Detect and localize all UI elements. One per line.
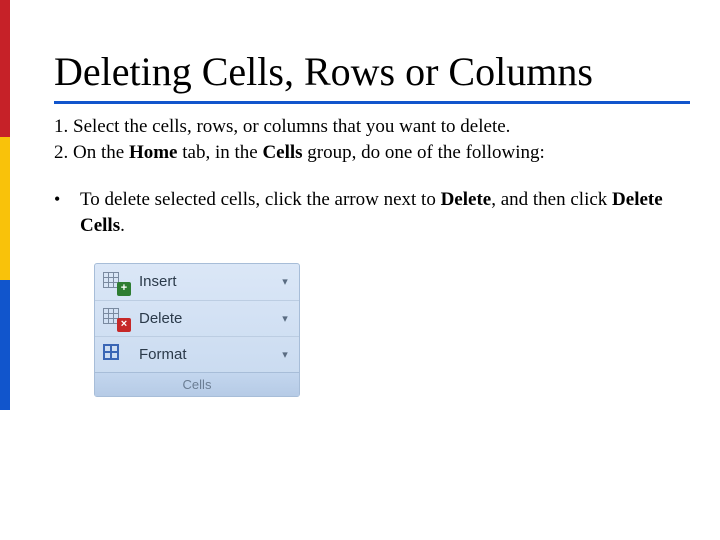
step-2: 2. On the Home tab, in the Cells group, … [54,140,690,166]
sidebar-yellow [0,137,10,280]
bullet-item: • To delete selected cells, click the ar… [54,187,690,238]
sidebar-red [0,0,10,137]
format-button[interactable]: Format ▾ [95,336,299,372]
step-2-cells: Cells [262,142,302,163]
delete-dropdown-icon[interactable]: ▾ [277,312,293,325]
step-2-mid: tab, in the [177,142,262,163]
bullet-t3: . [120,215,125,236]
slide: Deleting Cells, Rows or Columns 1. Selec… [0,0,720,540]
bullet-text: To delete selected cells, click the arro… [80,187,690,238]
insert-label: Insert [139,273,277,290]
insert-dropdown-icon[interactable]: ▾ [277,275,293,288]
bullet-delete: Delete [441,189,492,210]
sidebar-blue [0,280,10,410]
step-1: 1. Select the cells, rows, or columns th… [54,114,690,140]
insert-cells-icon: + [101,268,131,296]
format-dropdown-icon[interactable]: ▾ [277,348,293,361]
format-label: Format [139,346,277,363]
delete-label: Delete [139,310,277,327]
numbered-steps: 1. Select the cells, rows, or columns th… [54,114,690,165]
format-cells-icon [101,340,131,368]
bullet-t1: To delete selected cells, click the arro… [80,189,441,210]
step-2-prefix: 2. On the [54,142,129,163]
delete-button[interactable]: × Delete ▾ [95,300,299,336]
delete-cells-icon: × [101,304,131,332]
sidebar-stripe [0,0,10,540]
bullet-marker: • [54,187,80,211]
content-area: Deleting Cells, Rows or Columns 1. Selec… [10,0,720,397]
step-2-suffix: group, do one of the following: [303,142,545,163]
bullet-t2: , and then click [491,189,612,210]
cells-group-label: Cells [95,372,299,396]
insert-button[interactable]: + Insert ▾ [95,264,299,300]
step-2-home: Home [129,142,178,163]
page-title: Deleting Cells, Rows or Columns [54,48,690,104]
cells-group: + Insert ▾ × Delete ▾ Format ▾ Cells [94,263,300,397]
sidebar-white [0,410,10,540]
